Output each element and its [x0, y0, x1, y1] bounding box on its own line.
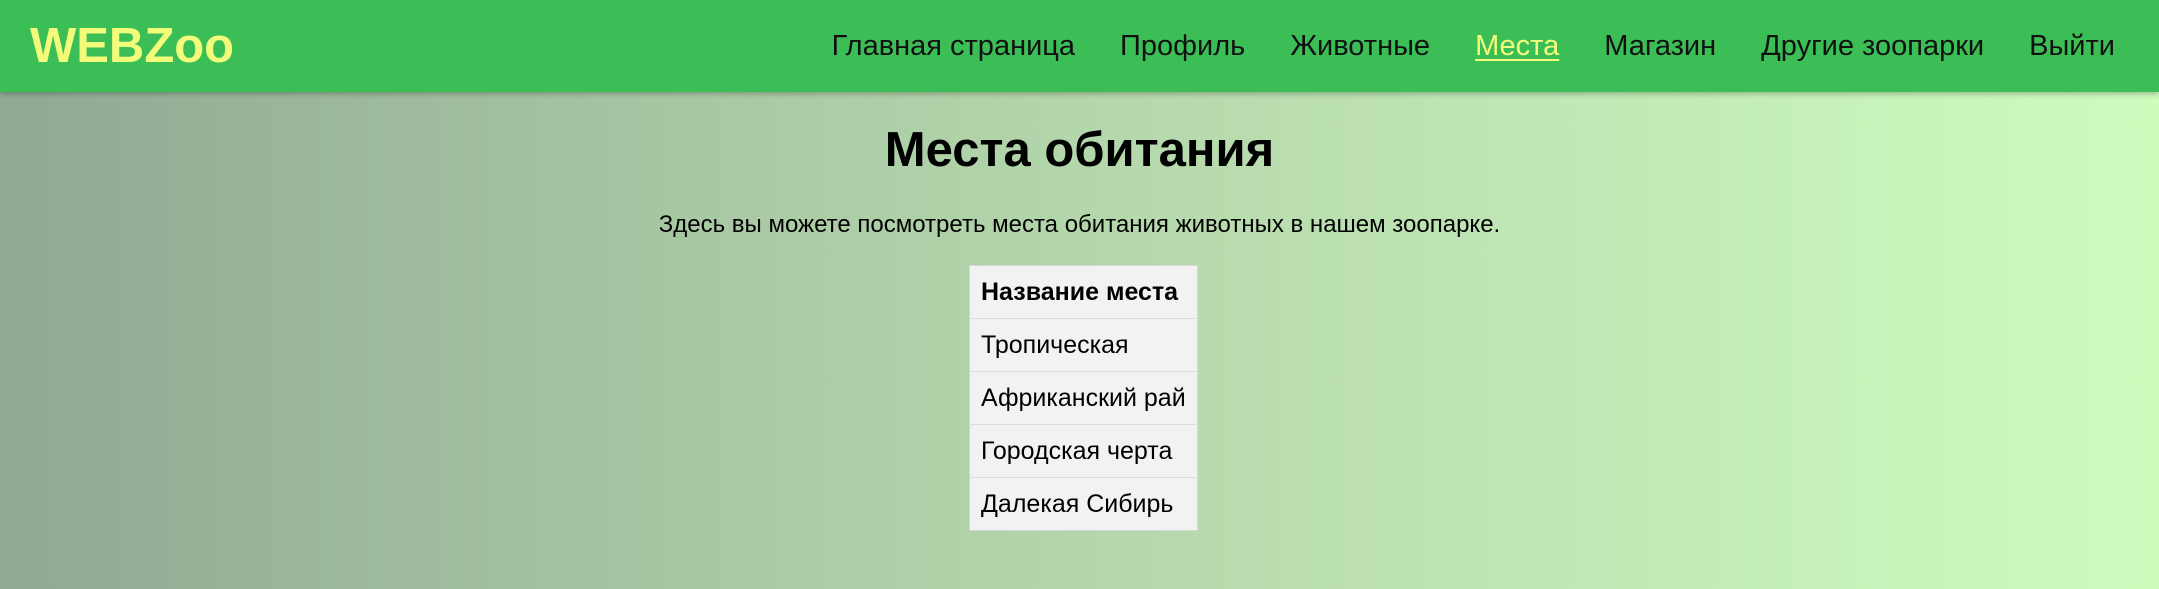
- top-navbar: WEBZoo Главная страница Профиль Животные…: [0, 0, 2159, 92]
- nav-link-home[interactable]: Главная страница: [832, 30, 1075, 63]
- place-name-cell: Тропическая: [969, 318, 1198, 372]
- places-table: Название места Тропическая Африканский р…: [969, 265, 1198, 531]
- nav-link-logout[interactable]: Выйти: [2029, 30, 2115, 63]
- page-intro-text: Здесь вы можете посмотреть места обитани…: [658, 211, 1501, 238]
- nav-link-shop[interactable]: Магазин: [1604, 30, 1716, 63]
- nav-link-animals[interactable]: Животные: [1290, 30, 1430, 63]
- table-row: Городская черта: [969, 424, 1198, 478]
- place-name-cell: Городская черта: [969, 424, 1198, 478]
- place-name-cell: Африканский рай: [969, 371, 1198, 425]
- table-row: Тропическая: [969, 318, 1198, 372]
- main-nav: Главная страница Профиль Животные Места …: [832, 0, 2115, 92]
- table-header-row: Название места: [969, 265, 1198, 319]
- nav-link-profile[interactable]: Профиль: [1120, 30, 1245, 63]
- nav-link-places[interactable]: Места: [1475, 30, 1559, 63]
- table-row: Африканский рай: [969, 371, 1198, 425]
- brand-logo-link[interactable]: WEBZoo: [30, 16, 234, 76]
- place-name-cell: Далекая Сибирь: [981, 489, 1174, 518]
- table-row: Далекая Сибирь: [970, 478, 1198, 531]
- nav-link-other-zoos[interactable]: Другие зоопарки: [1761, 30, 1984, 63]
- table-header-place-name: Название места: [969, 265, 1198, 319]
- page-title: Места обитания: [884, 123, 1275, 177]
